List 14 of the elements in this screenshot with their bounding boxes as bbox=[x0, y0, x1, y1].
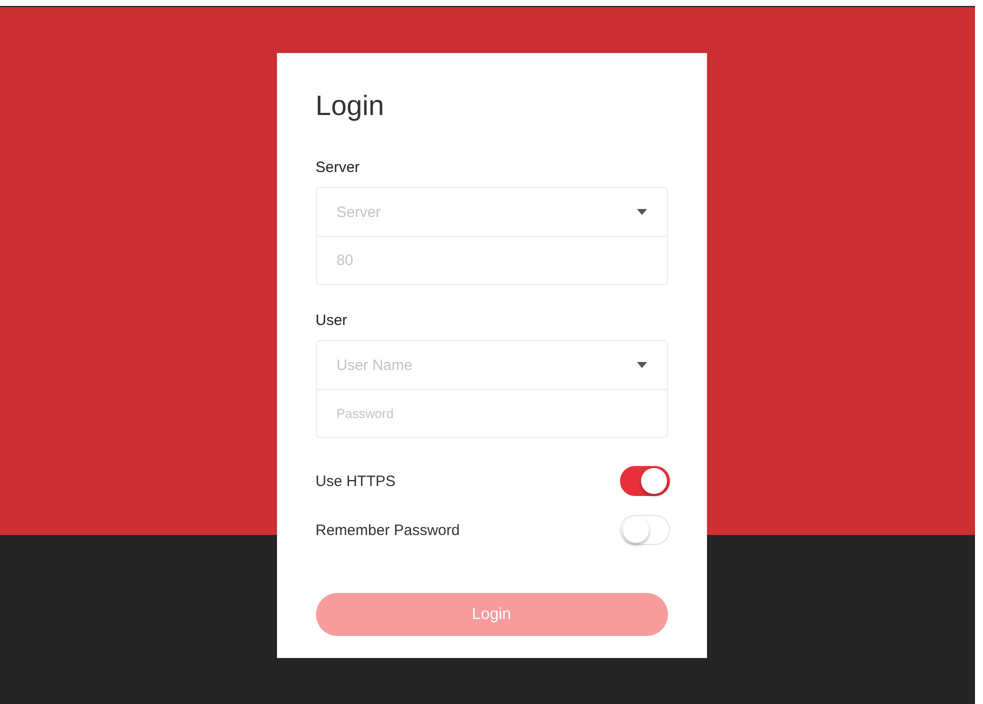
input-field[interactable]: 80 bbox=[336, 237, 646, 284]
select-field[interactable]: User Name bbox=[336, 341, 636, 389]
toggle-switch[interactable] bbox=[620, 466, 670, 496]
login-title: Login bbox=[316, 89, 386, 123]
switch-label: Remember Password bbox=[316, 522, 460, 538]
caret-icon bbox=[636, 209, 646, 215]
field-label: User bbox=[316, 312, 348, 330]
field-group[interactable]: Server 80 bbox=[316, 187, 668, 285]
switch-label: Use HTTPS bbox=[316, 472, 396, 490]
password-field[interactable]: Password bbox=[336, 390, 646, 437]
select-field[interactable]: Server bbox=[336, 188, 636, 236]
field-group[interactable]: User Name Password bbox=[316, 340, 668, 438]
field-label: Server bbox=[316, 159, 361, 177]
caret-icon bbox=[636, 362, 646, 368]
